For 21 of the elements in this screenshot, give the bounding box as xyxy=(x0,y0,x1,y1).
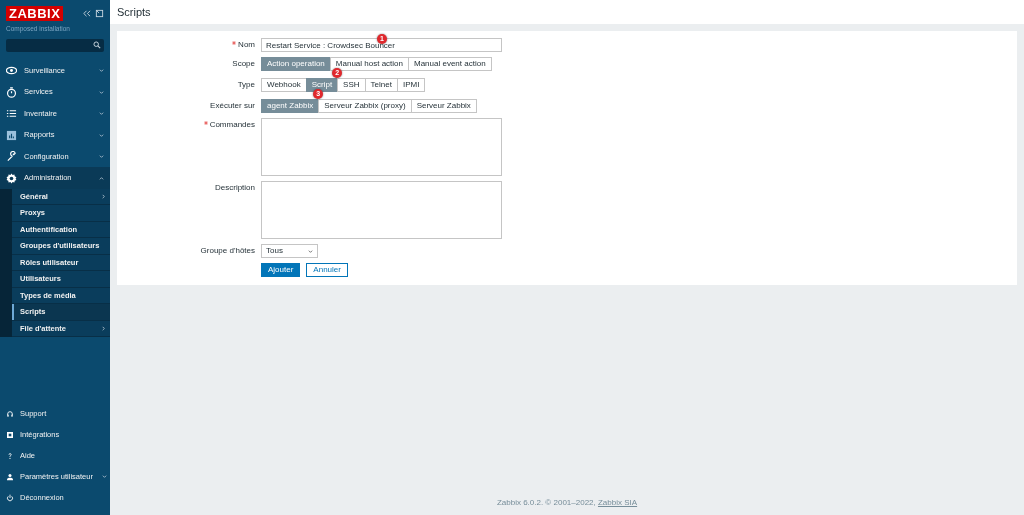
segment-option[interactable]: Webhook xyxy=(261,78,307,92)
segment-option[interactable]: SSH xyxy=(337,78,366,92)
field-label: Type xyxy=(237,79,255,91)
field-label: Description xyxy=(215,182,255,194)
cancel-button[interactable]: Annuler xyxy=(306,263,348,277)
add-button[interactable]: Ajouter xyxy=(261,263,301,277)
segment-option[interactable]: Manual event action xyxy=(408,57,492,71)
host-group-select[interactable]: Tous xyxy=(261,244,318,258)
footer-text: Zabbix 6.0.2. © 2001–2022, Zabbix SIA xyxy=(495,497,639,509)
field-label: Scope xyxy=(232,58,255,70)
segment-option[interactable]: IPMI xyxy=(396,78,426,92)
segment-option[interactable]: Serveur Zabbix (proxy) xyxy=(318,99,412,113)
field-label: Groupe d'hôtes xyxy=(200,245,255,257)
logo[interactable]: ZABBIX xyxy=(6,6,64,21)
segment-option[interactable]: Serveur Zabbix xyxy=(410,99,477,113)
segment-option[interactable]: Manual host action xyxy=(329,57,409,71)
field-label: Exécuter sur xyxy=(210,100,255,112)
field-label: Nom xyxy=(238,39,255,51)
field-label: Commandes xyxy=(209,119,255,131)
page-title: Scripts xyxy=(117,4,151,20)
segment-option[interactable]: Telnet xyxy=(364,78,398,92)
